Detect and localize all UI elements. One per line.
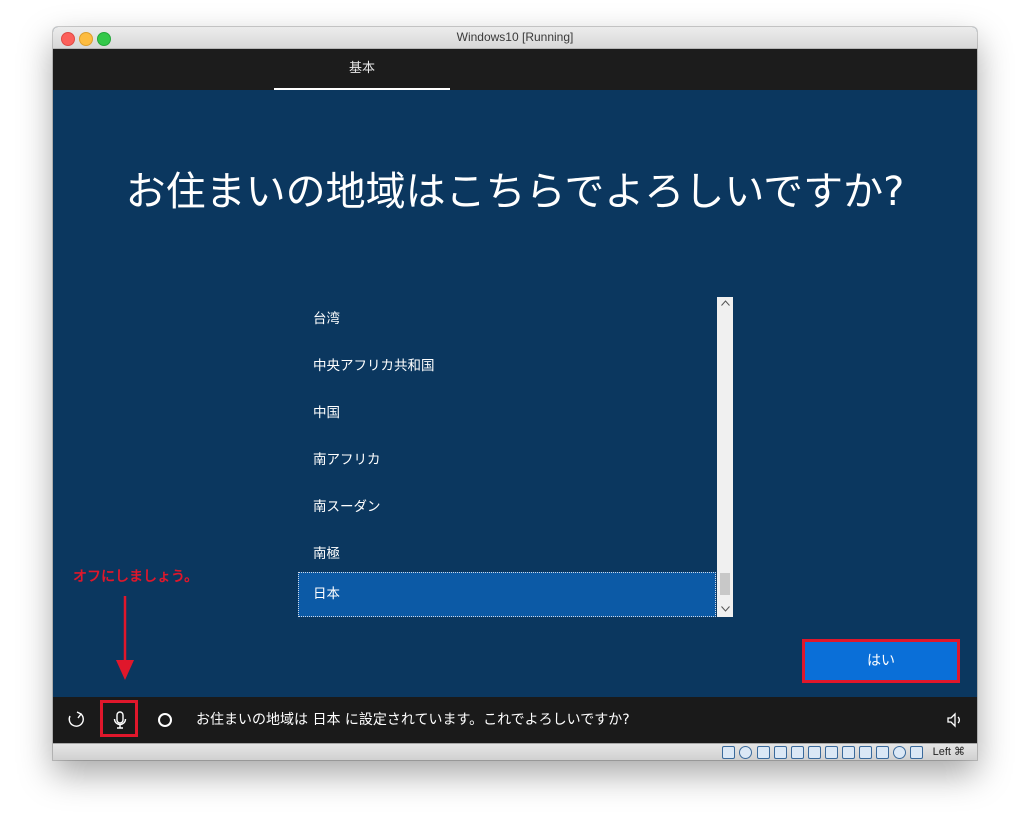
volume-icon[interactable] (943, 708, 967, 732)
usb-icon[interactable] (791, 746, 804, 759)
page-title: お住まいの地域はこちらでよろしいですか? (125, 169, 905, 215)
annotation-arrow-icon (116, 596, 134, 680)
list-item-selected[interactable]: 日本 (298, 572, 716, 617)
vm-window: Windows10 [Running] 基本 お住まいの地域はこちらでよろしいで… (53, 27, 977, 760)
display-icon[interactable] (825, 746, 838, 759)
virtualization-icon[interactable] (876, 746, 889, 759)
network-icon[interactable] (774, 746, 787, 759)
annotation-text: オフにしましょう。 (73, 569, 199, 585)
tab-active-indicator (274, 88, 450, 90)
keyboard-capture-icon[interactable] (910, 746, 923, 759)
microphone-icon[interactable] (108, 708, 132, 732)
host-key-label: Left ⌘ (932, 746, 965, 758)
window-title: Windows10 [Running] (456, 30, 574, 44)
mouse-integration-icon[interactable] (893, 746, 906, 759)
list-item[interactable]: 南スーダン (298, 485, 716, 530)
list-item[interactable]: 南極 (298, 532, 716, 577)
oobe-top-bar: 基本 (53, 49, 977, 90)
list-item[interactable]: 南アフリカ (298, 438, 716, 483)
list-scrollbar[interactable] (717, 297, 733, 617)
list-item[interactable]: 中央アフリカ共和国 (298, 344, 716, 389)
scroll-down-icon[interactable] (717, 603, 733, 617)
scroll-thumb[interactable] (720, 573, 730, 595)
cortana-icon[interactable] (153, 708, 177, 732)
optical-drive-icon[interactable] (739, 746, 752, 759)
list-item[interactable]: 中国 (298, 391, 716, 436)
yes-button[interactable]: はい (802, 639, 960, 683)
vm-status-bar: Left ⌘ (53, 743, 977, 760)
audio-icon[interactable] (757, 746, 770, 759)
region-list[interactable]: 台湾 中央アフリカ共和国 中国 南アフリカ 南スーダン 南極 日本 (298, 297, 733, 617)
ease-of-access-icon[interactable] (64, 708, 88, 732)
video-capture-icon[interactable] (842, 746, 855, 759)
cpu-icon[interactable] (859, 746, 872, 759)
hard-disk-icon[interactable] (722, 746, 735, 759)
tab-basics: 基本 (348, 61, 375, 76)
shared-folder-icon[interactable] (808, 746, 821, 759)
title-bar[interactable]: Windows10 [Running] (53, 27, 977, 49)
status-text: お住まいの地域は 日本 に設定されています。これでよろしいですか? (196, 712, 630, 728)
list-item[interactable]: 台湾 (298, 297, 716, 342)
scroll-up-icon[interactable] (717, 297, 733, 311)
oobe-taskbar: お住まいの地域は 日本 に設定されています。これでよろしいですか? (53, 697, 977, 743)
